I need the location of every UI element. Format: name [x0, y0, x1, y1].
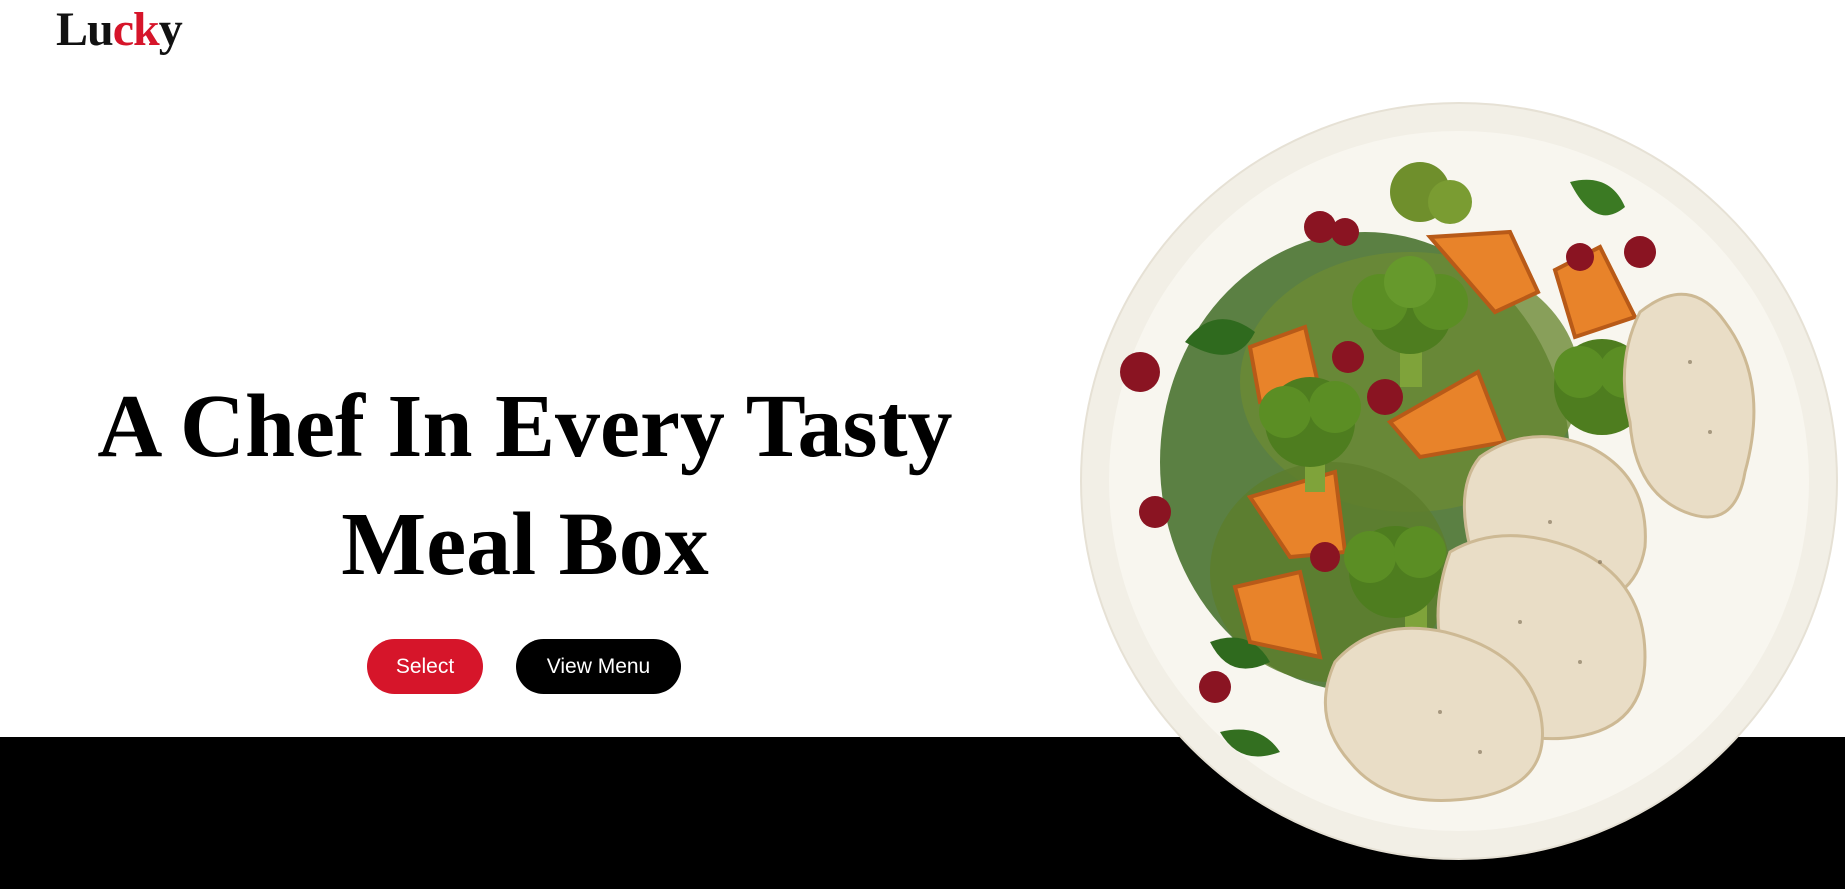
- logo-text-accent: ck: [112, 3, 160, 56]
- brand-logo[interactable]: Lucky: [56, 3, 183, 56]
- select-button[interactable]: Select: [367, 639, 483, 694]
- view-menu-button[interactable]: View Menu: [516, 639, 681, 694]
- hero-title-line-1: A Chef In Every Tasty: [97, 377, 953, 476]
- logo-text-start: Lu: [56, 3, 114, 56]
- plate-illustration: [1080, 102, 1838, 860]
- logo-text-end: y: [158, 3, 183, 56]
- hero-title: A Chef In Every Tasty Meal Box: [40, 368, 1010, 604]
- hero-food-image: [1080, 102, 1838, 860]
- hero-title-line-2: Meal Box: [341, 495, 709, 594]
